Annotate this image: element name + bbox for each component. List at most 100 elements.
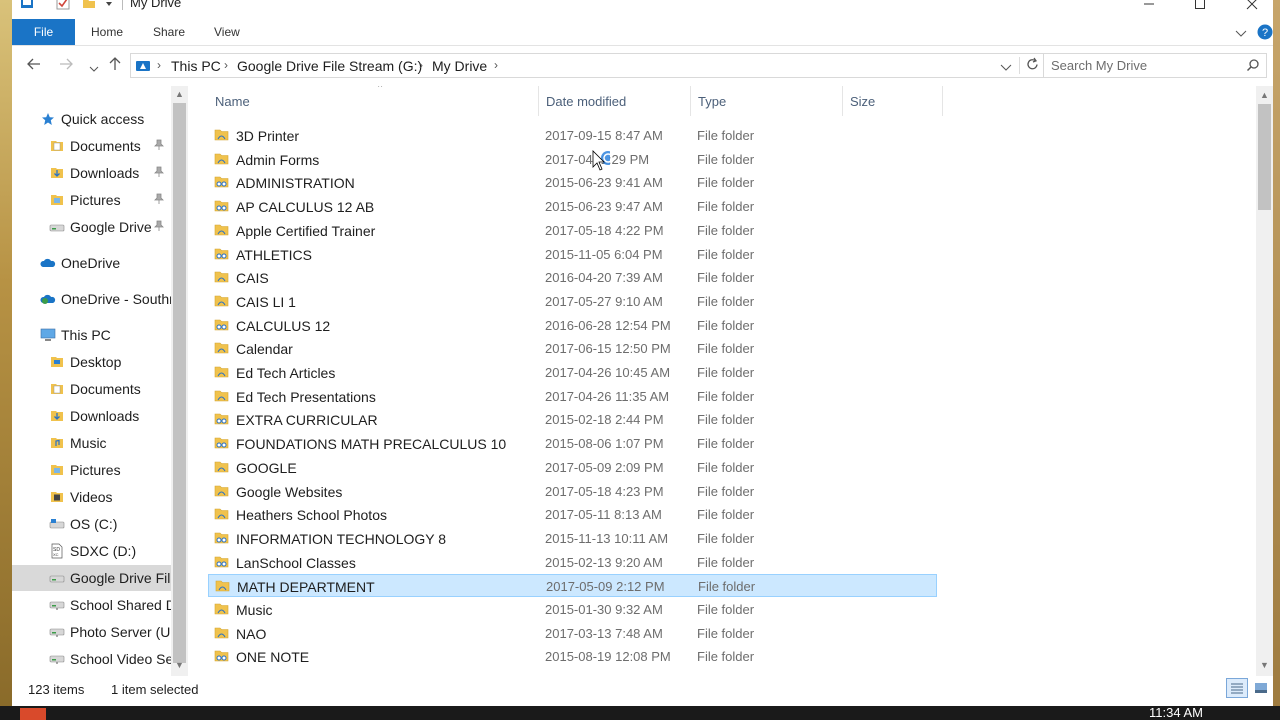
pinned-app-icon[interactable] [20, 708, 46, 720]
table-row[interactable]: CAIS LI 1 2017-05-27 9:10 AM File folder [208, 290, 937, 313]
maximize-button[interactable] [1177, 0, 1223, 14]
sidebar-item-label: Documents [70, 138, 141, 154]
pin-icon[interactable] [154, 220, 164, 235]
search-box[interactable] [1043, 53, 1267, 78]
table-row[interactable]: GOOGLE 2017-05-09 2:09 PM File folder [208, 456, 937, 479]
sidebar-item-documents[interactable]: Documents [12, 133, 172, 159]
breadcrumb-separator[interactable]: › [419, 58, 423, 72]
scroll-down-icon[interactable]: ▼ [1260, 660, 1269, 670]
nav-pane-scroll-thumb[interactable] [173, 103, 186, 663]
pin-icon[interactable] [154, 166, 164, 181]
table-row[interactable]: CAIS 2016-04-20 7:39 AM File folder [208, 266, 937, 289]
sidebar-item-documents[interactable]: Documents [12, 376, 172, 402]
drive-folder-icon [214, 602, 229, 616]
pin-icon[interactable] [154, 193, 164, 208]
close-button[interactable] [1229, 0, 1273, 14]
sidebar-item-os-c[interactable]: OS (C:) [12, 511, 172, 537]
sidebar-item-sdxc-d[interactable]: SD XC SDXC (D:) [12, 538, 172, 564]
search-icon[interactable] [1246, 58, 1260, 75]
column-header-type[interactable]: Type [691, 86, 843, 116]
table-row[interactable]: Ed Tech Presentations 2017-04-26 11:35 AM… [208, 385, 937, 408]
sidebar-item-downloads[interactable]: Downloads [12, 160, 172, 186]
search-input[interactable] [1051, 58, 1241, 73]
table-row[interactable]: Google Websites 2017-05-18 4:23 PM File fo… [208, 480, 937, 503]
address-dropdown-icon[interactable] [1000, 61, 1012, 76]
table-row[interactable]: Music 2015-01-30 9:32 AM File folder [208, 598, 937, 621]
file-list-scroll-thumb[interactable] [1258, 104, 1271, 210]
sidebar-item-videos[interactable]: Videos [12, 484, 172, 510]
nav-pane-scrollbar[interactable]: ▲ ▼ [171, 86, 188, 676]
breadcrumb-my-drive[interactable]: My Drive [432, 58, 487, 74]
table-row[interactable]: Heathers School Photos 2017-05-11 8:13 AM… [208, 503, 937, 526]
minimize-button[interactable] [1126, 0, 1172, 14]
table-row[interactable]: Apple Certified Trainer 2017-05-18 4:22 P… [208, 219, 937, 242]
sidebar-item-school-shared-d[interactable]: School Shared D [12, 592, 176, 618]
explorer-app-icon[interactable] [20, 0, 34, 10]
back-button[interactable] [27, 57, 41, 73]
table-row[interactable]: NAO 2017-03-13 7:48 AM File folder [208, 622, 937, 645]
sidebar-item-google-drive-file[interactable]: Google Drive File [12, 565, 178, 591]
properties-icon[interactable] [56, 0, 70, 10]
file-date: 2017-05-11 8:13 AM [545, 507, 662, 523]
table-row[interactable]: ADMINISTRATION 2015-06-23 9:41 AM File fol… [208, 171, 937, 194]
breadcrumb-separator[interactable]: › [157, 58, 161, 72]
sidebar-item-quick-access[interactable]: Quick access [12, 106, 172, 132]
address-bar[interactable]: › This PC › Google Drive File Stream (G:… [130, 53, 1052, 78]
sidebar-item-pictures[interactable]: Pictures [12, 457, 172, 483]
tab-file[interactable]: File [12, 19, 75, 45]
scroll-up-icon[interactable]: ▲ [175, 89, 184, 99]
sidebar-item-this-pc[interactable]: This PC [12, 322, 172, 348]
table-row[interactable]: ONE NOTE 2015-08-19 12:08 PM File folder [208, 645, 937, 668]
up-button[interactable] [109, 57, 121, 74]
table-row[interactable]: Admin Forms 2017-04- 1:29 PM File folder [208, 148, 937, 171]
sidebar-item-photo-server-u[interactable]: Photo Server (U:) [12, 619, 179, 645]
table-row[interactable]: AP CALCULUS 12 AB 2015-06-23 9:47 AM File … [208, 195, 937, 218]
forward-button[interactable] [59, 57, 73, 73]
pin-icon[interactable] [154, 139, 164, 154]
expand-ribbon-icon[interactable] [1235, 27, 1247, 42]
sidebar-item-downloads[interactable]: Downloads [12, 403, 172, 429]
table-row[interactable]: MATH DEPARTMENT 2017-05-09 2:12 PM File fo… [208, 574, 937, 598]
help-icon[interactable]: ? [1257, 24, 1273, 43]
table-row[interactable]: CALCULUS 12 2016-06-28 12:54 PM File folde… [208, 314, 937, 337]
details-view-button[interactable] [1226, 678, 1248, 698]
large-icons-view-button[interactable] [1250, 678, 1272, 698]
tab-view[interactable]: View [214, 25, 240, 39]
title-separator [122, 0, 123, 10]
breadcrumb-separator[interactable]: › [494, 58, 498, 72]
column-header-name[interactable]: Name [208, 86, 539, 116]
table-row[interactable]: 3D Printer 2017-09-15 8:47 AM File folder [208, 124, 937, 147]
tab-home[interactable]: Home [91, 25, 123, 39]
drive-folder-icon [214, 270, 229, 284]
tab-share[interactable]: Share [153, 25, 185, 39]
sidebar-item-onedrive[interactable]: OneDrive [12, 250, 172, 276]
sidebar-item-music[interactable]: Music [12, 430, 172, 456]
table-row[interactable]: FOUNDATIONS MATH PRECALCULUS 10 2015-08-0… [208, 432, 937, 455]
table-row[interactable]: ATHLETICS 2015-11-05 6:04 PM File folder [208, 243, 937, 266]
taskbar-clock[interactable]: 11:34 AM [1149, 706, 1203, 720]
breadcrumb-this-pc[interactable]: This PC [171, 58, 221, 74]
refresh-icon[interactable] [1019, 57, 1040, 74]
column-header-date[interactable]: Date modified [539, 86, 691, 116]
customize-toolbar-icon[interactable] [104, 0, 118, 11]
new-folder-icon[interactable] [82, 0, 96, 10]
breadcrumb-separator[interactable]: › [224, 58, 228, 72]
table-row[interactable]: Calendar 2017-06-15 12:50 PM File folder [208, 337, 937, 360]
sidebar-item-onedrive-southr[interactable]: OneDrive - Southr [12, 286, 174, 312]
sidebar-item-pictures[interactable]: Pictures [12, 187, 172, 213]
table-row[interactable]: INFORMATION TECHNOLOGY 8 2015-11-13 10:11… [208, 527, 937, 550]
file-date: 2017-05-09 2:09 PM [545, 459, 664, 475]
table-row[interactable]: LanSchool Classes 2015-02-13 9:20 AM File … [208, 551, 937, 574]
recent-locations-icon[interactable] [89, 60, 99, 76]
table-row[interactable]: EXTRA CURRICULAR 2015-02-18 2:44 PM File f… [208, 408, 937, 431]
sidebar-item-school-video-ser[interactable]: School Video Ser [12, 646, 178, 672]
table-row[interactable]: Ed Tech Articles 2017-04-26 10:45 AM File … [208, 361, 937, 384]
scroll-down-icon[interactable]: ▼ [175, 660, 184, 670]
sidebar-item-desktop[interactable]: Desktop [12, 349, 172, 375]
sidebar-item-google-drive[interactable]: Google Drive [12, 214, 172, 240]
file-list-scrollbar[interactable]: ▲ ▼ [1256, 86, 1273, 676]
downloads-icon [49, 165, 65, 181]
scroll-up-icon[interactable]: ▲ [1260, 90, 1269, 100]
breadcrumb-google-drive[interactable]: Google Drive File Stream (G:) [237, 58, 422, 74]
column-header-size[interactable]: Size [843, 86, 943, 116]
